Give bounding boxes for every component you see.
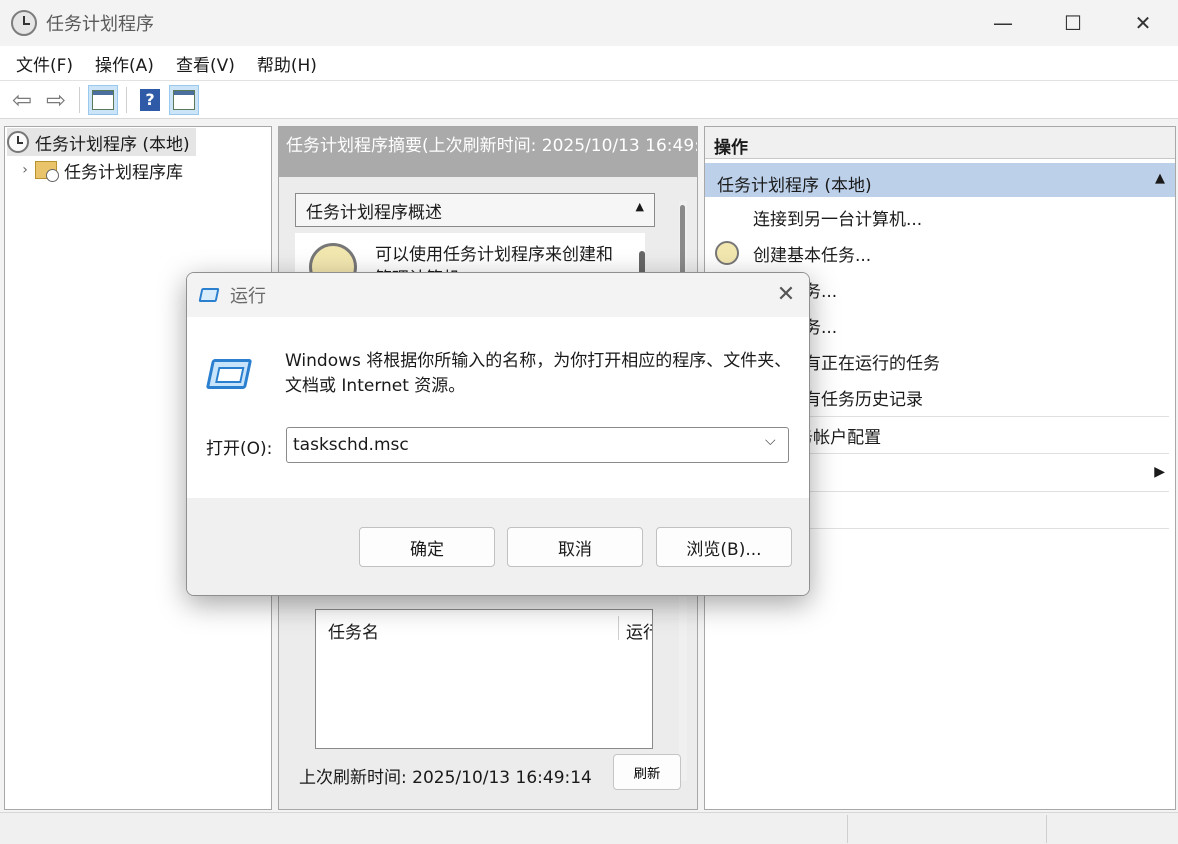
tree-item-label: 任务计划程序库 (64, 162, 183, 183)
menu-help[interactable]: 帮助(H) (246, 51, 328, 76)
menu-file[interactable]: 文件(F) (5, 51, 84, 76)
browse-button[interactable]: 浏览(B)... (656, 527, 792, 567)
forward-button[interactable]: ⇨ (41, 85, 71, 115)
submenu-arrow-icon: ▶ (1154, 464, 1165, 480)
run-dialog-title-bar: 运行 ✕ (187, 273, 809, 317)
tree-item-label: 任务计划程序 (本地) (35, 134, 190, 155)
actions-group-label: 任务计划程序 (本地) (717, 176, 872, 196)
back-button[interactable]: ⇦ (7, 85, 37, 115)
help-button[interactable]: ? (135, 85, 165, 115)
summary-header: 任务计划程序摘要(上次刷新时间: 2025/10/13 16:49:14) (279, 127, 697, 177)
show-hide-console-tree-button[interactable] (88, 84, 118, 115)
overview-section-header[interactable]: 任务计划程序概述 ▲ (295, 193, 655, 227)
cancel-button[interactable]: 取消 (507, 527, 643, 567)
refresh-button[interactable]: 刷新 (613, 754, 681, 790)
console-tree-icon (92, 89, 114, 110)
action-connect-another-computer[interactable]: 连接到另一台计算机... (705, 199, 1175, 235)
collapse-triangle-icon[interactable]: ▲ (1155, 171, 1165, 186)
toolbar-separator (126, 86, 127, 113)
run-description: Windows 将根据你所输入的名称，为你打开相应的程序、文件夹、文档或 Int… (285, 351, 792, 396)
help-icon: ? (140, 88, 160, 111)
window-controls: — ☐ ✕ (968, 0, 1178, 46)
chevron-right-icon[interactable]: › (15, 162, 35, 178)
column-header-task-name[interactable]: 任务名 (328, 618, 379, 643)
chevron-down-icon[interactable]: ⌵ (765, 433, 776, 449)
action-create-basic-task[interactable]: 创建基本任务... (705, 235, 1175, 271)
run-icon (198, 288, 220, 302)
last-refresh-time: 上次刷新时间: 2025/10/13 16:49:14 (299, 768, 592, 788)
folder-clock-icon (35, 161, 59, 182)
menu-view[interactable]: 查看(V) (165, 51, 246, 76)
run-dialog: 运行 ✕ Windows 将根据你所输入的名称，为你打开相应的程序、文件夹、文档… (186, 272, 810, 596)
open-label: 打开(O): (206, 439, 273, 459)
action-pane-icon (173, 89, 195, 110)
actions-header: 操作 (705, 127, 1175, 159)
column-header-run[interactable]: 运行 (626, 618, 652, 643)
tree-item-task-scheduler-library[interactable]: › 任务计划程序库 (15, 156, 183, 184)
overview-title: 任务计划程序概述 (306, 202, 442, 223)
maximize-button[interactable]: ☐ (1038, 0, 1108, 46)
toolbar: ⇦ ⇨ ? (0, 81, 1178, 119)
show-hide-action-pane-button[interactable] (169, 84, 199, 115)
forward-arrow-icon: ⇨ (45, 85, 67, 114)
status-bar (0, 812, 1178, 844)
actions-group-task-scheduler-local[interactable]: 任务计划程序 (本地) ▲ (705, 163, 1175, 197)
tree-item-task-scheduler-local[interactable]: 任务计划程序 (本地) (7, 128, 196, 156)
toolbar-separator (79, 86, 80, 113)
task-scheduler-clock-icon (11, 10, 37, 36)
clock-icon (7, 131, 29, 153)
menu-bar: 文件(F) 操作(A) 查看(V) 帮助(H) (0, 46, 1178, 81)
action-label: 创建基本任务... (753, 245, 872, 266)
collapse-arrow-icon[interactable]: ▲ (636, 200, 644, 213)
run-dialog-close-button[interactable]: ✕ (773, 282, 799, 307)
run-dialog-title: 运行 (230, 286, 266, 307)
status-separator (1046, 815, 1047, 843)
open-input[interactable] (286, 427, 789, 463)
status-separator (847, 815, 848, 843)
back-arrow-icon: ⇦ (11, 85, 33, 114)
window-title: 任务计划程序 (46, 14, 154, 35)
summary-scrollbar-thumb[interactable] (680, 205, 685, 275)
close-button[interactable]: ✕ (1108, 0, 1178, 46)
blank-icon (715, 205, 739, 229)
ok-button[interactable]: 确定 (359, 527, 495, 567)
active-tasks-table: 任务名 运行 (315, 609, 653, 749)
action-label: 连接到另一台计算机... (753, 209, 923, 230)
title-bar: 任务计划程序 — ☐ ✕ (0, 0, 1178, 46)
minimize-button[interactable]: — (968, 0, 1038, 46)
menu-action[interactable]: 操作(A) (84, 51, 165, 76)
column-separator[interactable] (618, 616, 619, 640)
run-large-icon (205, 359, 253, 389)
task-clock-icon (715, 241, 739, 265)
